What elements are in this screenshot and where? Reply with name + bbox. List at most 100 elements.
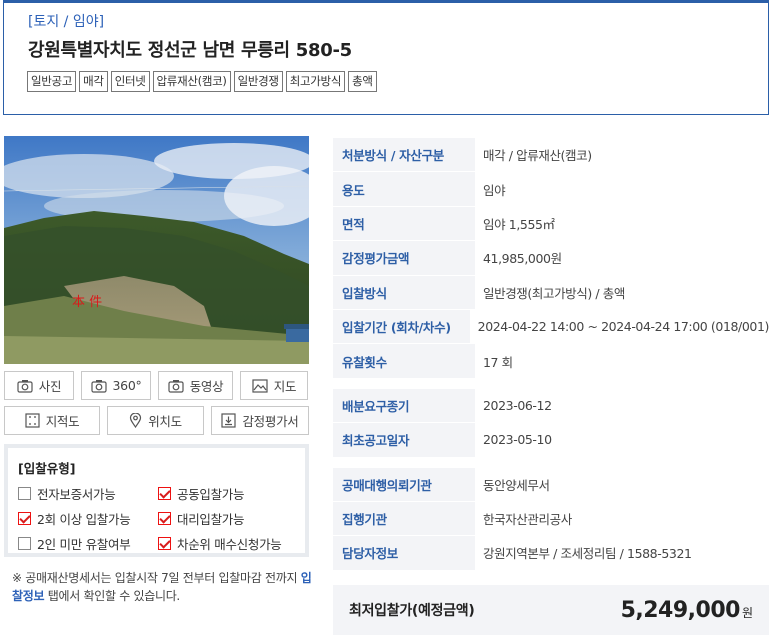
checkbox-checked-icon	[158, 537, 171, 550]
info-separator	[333, 379, 769, 389]
checkbox-checked-icon	[158, 487, 171, 500]
bid-type-list: 전자보증서가능 공동입찰가능 2회 이상 입찰가능 대리입찰가능 2인 미만 유…	[18, 484, 295, 553]
bid-type-item-e-guarantee: 전자보증서가능	[18, 484, 158, 503]
tag-list: 일반공고 매각 인터넷 압류재산(캠코) 일반경쟁 최고가방식 총액	[27, 71, 377, 92]
bid-type-item-proxy-bid: 대리입찰가능	[158, 509, 308, 528]
media-buttons-row-1: 사진 360° 동영상 지도	[4, 371, 309, 400]
cadastral-map-button[interactable]: 지적도	[4, 406, 100, 435]
bid-type-item-joint-bid: 공동입찰가능	[158, 484, 308, 503]
bid-type-title: [입찰유형]	[18, 461, 76, 476]
minimum-bid-price: 5,249,000 원	[621, 598, 753, 623]
tag-notice-type: 일반공고	[27, 71, 77, 92]
bid-type-item-label: 2인 미만 유찰여부	[37, 537, 131, 552]
info-row-distribution-deadline: 배분요구종기 2023-06-12	[333, 388, 769, 424]
map-button[interactable]: 지도	[240, 371, 308, 400]
info-row-use: 용도 임야	[333, 172, 769, 207]
info-label: 공매대행의뢰기관	[333, 467, 475, 501]
bid-type-item-label: 전자보증서가능	[37, 487, 116, 502]
info-value: 41,985,000원	[483, 251, 562, 267]
media-buttons-row-2: 지적도 위치도 감정평가서	[4, 406, 309, 435]
tag-disposal: 매각	[79, 71, 108, 92]
tag-competition: 일반경쟁	[233, 71, 283, 92]
tag-channel: 인터넷	[110, 71, 150, 92]
info-label: 용도	[333, 172, 475, 206]
cadastral-map-button-label: 지적도	[45, 414, 80, 429]
camera-360-icon	[90, 379, 107, 393]
photo-overlay-text: 本 件	[72, 295, 102, 310]
checkbox-unchecked-icon	[18, 537, 31, 550]
bid-type-item-label: 차순위 매수신청가능	[177, 537, 282, 552]
video-camera-icon	[168, 379, 184, 393]
info-value: 임야 1,555㎡	[483, 216, 555, 232]
video-button-label: 동영상	[189, 379, 224, 394]
info-value: 강원지역본부 / 조세정리팀 / 1588-5321	[483, 546, 692, 562]
info-label: 입찰기간 (회차/차수)	[333, 309, 470, 344]
info-row-contact: 담당자정보 강원지역본부 / 조세정리팀 / 1588-5321	[333, 536, 769, 571]
page-title: 강원특별자치도 정선군 남면 무릉리 580-5	[28, 40, 352, 61]
bid-type-item-label: 대리입찰가능	[177, 512, 245, 527]
info-label: 유찰횟수	[333, 344, 475, 378]
info-label: 감정평가금액	[333, 241, 475, 275]
map-button-label: 지도	[273, 379, 297, 394]
view360-button-label: 360°	[112, 378, 142, 393]
tag-asset-type: 압류재산(캠코)	[152, 71, 231, 92]
location-pin-icon	[130, 413, 142, 428]
info-label: 입찰방식	[333, 275, 475, 309]
info-row-bid-period: 입찰기간 (회차/차수) 2024-04-22 14:00 ~ 2024-04-…	[333, 309, 770, 345]
appraisal-report-button[interactable]: 감정평가서	[211, 406, 309, 435]
info-label: 집행기관	[333, 501, 475, 536]
info-value: 2023-06-12	[483, 397, 552, 413]
info-separator	[333, 458, 769, 468]
download-icon	[221, 413, 237, 428]
bid-type-item-under-two: 2인 미만 유찰여부	[18, 534, 158, 553]
category-label: [토지 / 임야]	[28, 14, 105, 30]
info-row-appraisal: 감정평가금액 41,985,000원	[333, 241, 769, 276]
tag-amount: 총액	[348, 71, 377, 92]
checkbox-unchecked-icon	[18, 487, 31, 500]
info-label: 배분요구종기	[333, 388, 475, 423]
minimum-bid-price-unit: 원	[741, 605, 753, 620]
photo-button-label: 사진	[38, 379, 62, 394]
info-value: 동안양세무서	[483, 477, 550, 493]
notice-text: ※ 공매재산명세서는 입찰시작 7일 전부터 입찰마감 전까지 입찰정보 탭에서…	[12, 569, 312, 605]
map-icon	[252, 378, 268, 393]
checkbox-checked-icon	[158, 512, 171, 525]
checkbox-checked-icon	[18, 512, 31, 525]
video-button[interactable]: 동영상	[158, 371, 233, 400]
photo-button[interactable]: 사진	[4, 371, 74, 400]
info-value: 한국자산관리공사	[483, 512, 572, 528]
notice-suffix: 탭에서 확인할 수 있습니다.	[44, 589, 181, 603]
grid-map-icon	[25, 413, 40, 428]
info-value: 일반경쟁(최고가방식) / 총액	[483, 285, 626, 301]
info-row-executing-agency: 집행기관 한국자산관리공사	[333, 501, 769, 537]
info-row-disposal: 처분방식 / 자산구분 매각 / 압류재산(캠코)	[333, 138, 769, 173]
info-value: 매각 / 압류재산(캠코)	[483, 148, 592, 164]
minimum-bid-price-label: 최저입찰가(예정금액)	[349, 603, 475, 619]
info-row-first-notice: 최초공고일자 2023-05-10	[333, 423, 769, 458]
minimum-bid-price-box: 최저입찰가(예정금액) 5,249,000 원	[333, 585, 769, 635]
info-row-area: 면적 임야 1,555㎡	[333, 206, 769, 242]
bid-type-item-label: 공동입찰가능	[177, 487, 245, 502]
tag-method: 최고가방식	[285, 71, 346, 92]
bid-type-item-label: 2회 이상 입찰가능	[37, 512, 131, 527]
info-row-failed-count: 유찰횟수 17 회	[333, 344, 769, 379]
info-value: 2023-05-10	[483, 432, 552, 448]
info-label: 담당자정보	[333, 536, 475, 570]
bid-type-item-multiple-bid: 2회 이상 입찰가능	[18, 509, 158, 528]
view360-button[interactable]: 360°	[81, 371, 151, 400]
bid-type-item-second-rank: 차순위 매수신청가능	[158, 534, 308, 553]
info-label: 면적	[333, 206, 475, 241]
bid-type-box: [입찰유형] 전자보증서가능 공동입찰가능 2회 이상 입찰가능 대리입찰가능 …	[4, 444, 309, 557]
info-table: 처분방식 / 자산구분 매각 / 압류재산(캠코) 용도 임야 면적 임야 1,…	[333, 138, 769, 571]
info-value: 2024-04-22 14:00 ~ 2024-04-24 17:00 (018…	[477, 319, 770, 335]
info-row-requesting-agency: 공매대행의뢰기관 동안양세무서	[333, 467, 769, 502]
appraisal-report-button-label: 감정평가서	[242, 414, 299, 429]
info-row-bid-method: 입찰방식 일반경쟁(최고가방식) / 총액	[333, 275, 769, 310]
location-map-button[interactable]: 위치도	[107, 406, 204, 435]
property-photo[interactable]: 本 件	[4, 136, 309, 364]
minimum-bid-price-value: 5,249,000	[620, 597, 741, 623]
info-value: 17 회	[483, 354, 513, 370]
location-map-button-label: 위치도	[148, 414, 182, 429]
camera-icon	[17, 379, 33, 393]
info-label: 최초공고일자	[333, 423, 475, 457]
